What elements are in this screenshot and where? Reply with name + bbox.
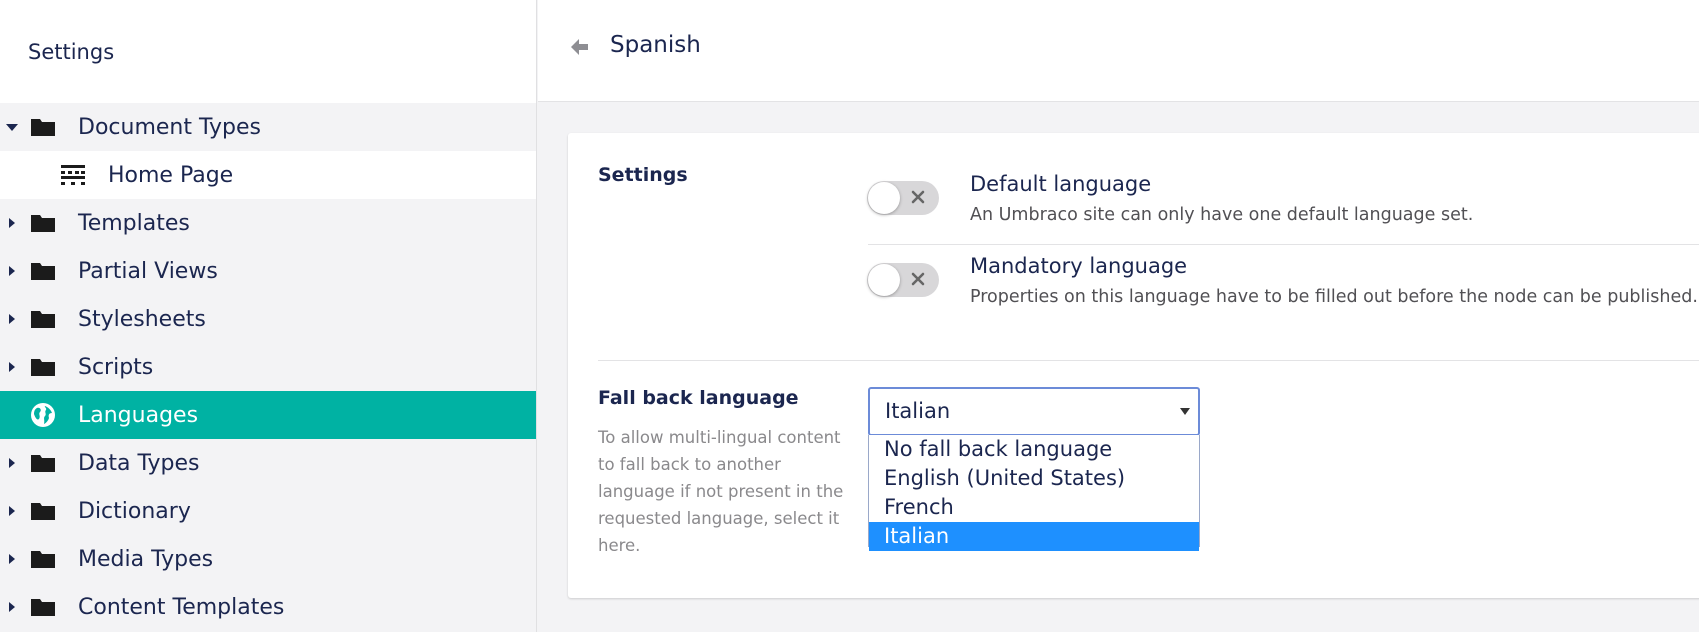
caret-right-icon[interactable]: [6, 264, 18, 278]
tree-item-label: Dictionary: [78, 498, 191, 524]
editor-header: Spanish: [538, 0, 1699, 102]
sidebar-title: Settings: [28, 39, 115, 64]
tree-item-label: Stylesheets: [78, 306, 206, 332]
close-icon: [911, 190, 925, 204]
tree-item-content-templates[interactable]: Content Templates: [0, 583, 536, 631]
fallback-language-label: Fall back language: [598, 387, 799, 409]
caret-right-icon[interactable]: [6, 600, 18, 614]
option-italian[interactable]: Italian: [869, 522, 1199, 551]
folder-icon: [31, 311, 55, 328]
caret-right-icon[interactable]: [6, 504, 18, 518]
select-value: Italian: [885, 399, 951, 423]
caret-right-icon[interactable]: [6, 216, 18, 230]
chevron-down-icon: [1180, 408, 1190, 415]
page-title: Spanish: [610, 32, 701, 58]
settings-tree: Document Types Home Page Templates Parti…: [0, 103, 536, 631]
caret-right-icon[interactable]: [6, 552, 18, 566]
folder-icon: [31, 263, 55, 280]
caret-right-icon[interactable]: [6, 456, 18, 470]
document-type-icon: [61, 165, 85, 185]
option-english-us[interactable]: English (United States): [869, 464, 1199, 493]
tree-item-label: Content Templates: [78, 594, 285, 620]
tree-item-label: Document Types: [78, 114, 261, 140]
default-language-title: Default language: [970, 172, 1152, 196]
caret-right-icon[interactable]: [6, 360, 18, 374]
divider: [598, 360, 1699, 361]
toggle-knob: [868, 182, 900, 214]
option-french[interactable]: French: [869, 493, 1199, 522]
fallback-language-select[interactable]: Italian: [868, 387, 1200, 436]
tree-item-home-page[interactable]: Home Page: [0, 151, 536, 199]
language-settings-panel: Settings Default language An Umbraco sit…: [568, 133, 1699, 598]
tree-item-media-types[interactable]: Media Types: [0, 535, 536, 583]
tree-item-label: Data Types: [78, 450, 200, 476]
folder-icon: [31, 551, 55, 568]
tree-item-languages[interactable]: Languages: [0, 391, 536, 439]
folder-icon: [31, 215, 55, 232]
caret-down-icon[interactable]: [6, 120, 18, 134]
tree-item-document-types[interactable]: Document Types: [0, 103, 536, 151]
mandatory-language-title: Mandatory language: [970, 254, 1188, 278]
close-icon: [911, 272, 925, 286]
globe-icon: [31, 403, 55, 427]
option-no-fallback[interactable]: No fall back language: [869, 435, 1199, 464]
folder-icon: [31, 503, 55, 520]
fallback-language-options: No fall back language English (United St…: [868, 435, 1200, 551]
tree-item-data-types[interactable]: Data Types: [0, 439, 536, 487]
caret-right-icon[interactable]: [6, 312, 18, 326]
tree-item-stylesheets[interactable]: Stylesheets: [0, 295, 536, 343]
tree-item-label: Home Page: [108, 162, 234, 188]
default-language-description: An Umbraco site can only have one defaul…: [970, 205, 1474, 225]
folder-icon: [31, 455, 55, 472]
tree-item-partial-views[interactable]: Partial Views: [0, 247, 536, 295]
mandatory-language-description: Properties on this language have to be f…: [970, 287, 1698, 307]
default-language-toggle[interactable]: [867, 181, 939, 215]
tree-item-label: Media Types: [78, 546, 214, 572]
tree-item-label: Scripts: [78, 354, 154, 380]
sidebar: Settings Document Types Home Page Templa…: [0, 0, 537, 632]
fallback-language-description: To allow multi-lingual content to fall b…: [598, 428, 844, 555]
settings-label: Settings: [598, 164, 688, 186]
arrow-left-icon[interactable]: [568, 36, 590, 58]
sidebar-header: Settings: [0, 0, 536, 103]
toggle-knob: [868, 264, 900, 296]
tree-item-dictionary[interactable]: Dictionary: [0, 487, 536, 535]
tree-item-scripts[interactable]: Scripts: [0, 343, 536, 391]
mandatory-language-toggle[interactable]: [867, 263, 939, 297]
folder-icon: [31, 119, 55, 136]
tree-item-label: Templates: [78, 210, 190, 236]
tree-item-label: Languages: [78, 402, 199, 428]
folder-icon: [31, 599, 55, 616]
tree-item-label: Partial Views: [78, 258, 218, 284]
tree-item-templates[interactable]: Templates: [0, 199, 536, 247]
divider: [868, 244, 1699, 245]
folder-icon: [31, 359, 55, 376]
